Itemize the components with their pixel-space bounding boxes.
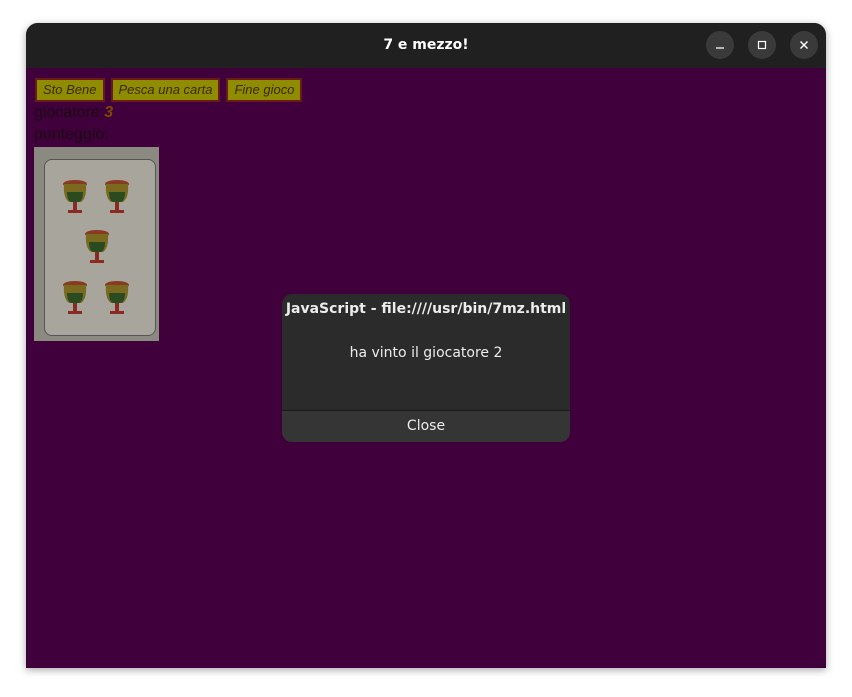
card-image <box>34 147 159 341</box>
app-window: 7 e mezzo! Sto Bene Pesca una carta Fine… <box>26 23 826 668</box>
maximize-icon <box>757 40 767 50</box>
playing-card <box>44 159 156 336</box>
game-toolbar: Sto Bene Pesca una carta Fine gioco <box>35 78 303 102</box>
score-line: punteggio: <box>34 126 109 144</box>
fine-gioco-button[interactable]: Fine gioco <box>226 78 303 102</box>
dialog-title: JavaScript - file:////usr/bin/7mz.html <box>285 301 567 317</box>
maximize-button[interactable] <box>748 31 776 59</box>
minimize-icon <box>716 47 724 49</box>
alert-dialog: JavaScript - file:////usr/bin/7mz.html h… <box>282 294 570 442</box>
dialog-message: ha vinto il giocatore 2 <box>349 345 503 361</box>
pesca-carta-button[interactable]: Pesca una carta <box>110 78 221 102</box>
title-bar[interactable]: 7 e mezzo! <box>26 23 826 68</box>
game-area: Sto Bene Pesca una carta Fine gioco gioc… <box>26 68 826 668</box>
minimize-button[interactable] <box>706 31 734 59</box>
close-window-button[interactable] <box>790 31 818 59</box>
dialog-close-button[interactable]: Close <box>282 411 570 442</box>
player-line: giocatore:3 <box>34 104 113 122</box>
player-number: 3 <box>104 104 114 121</box>
sto-bene-button[interactable]: Sto Bene <box>35 78 105 102</box>
score-label: punteggio: <box>34 126 109 143</box>
cups-suit-icon <box>63 180 129 314</box>
player-label: giocatore: <box>34 104 105 121</box>
close-icon <box>800 41 808 49</box>
